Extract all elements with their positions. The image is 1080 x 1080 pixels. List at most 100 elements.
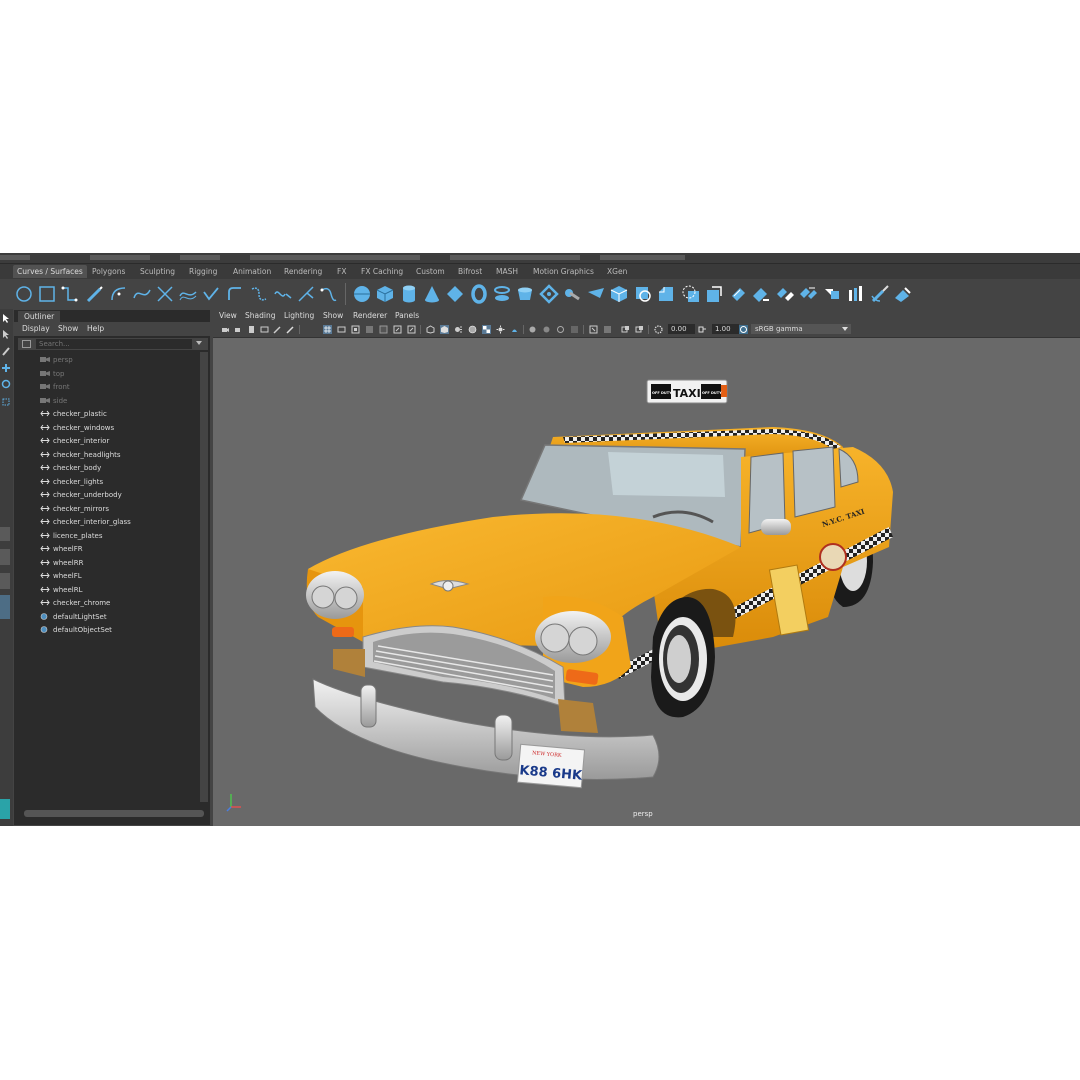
image-plane-icon[interactable] (260, 325, 269, 334)
bezier-curve-icon[interactable] (132, 284, 152, 304)
shelf-tab-mash[interactable]: MASH (492, 265, 522, 278)
open-close-surfaces-icon[interactable] (846, 284, 866, 304)
outliner-item[interactable]: checker_chrome (40, 597, 110, 610)
x-ray-components-icon[interactable] (635, 325, 644, 334)
safe-title-icon[interactable] (407, 325, 416, 334)
shadows-icon[interactable] (510, 325, 519, 334)
nurbs-cube-icon[interactable] (375, 284, 395, 304)
grease-pencil-icon[interactable] (286, 325, 295, 334)
revolve-icon[interactable] (492, 284, 512, 304)
shelf-tab-rigging[interactable]: Rigging (185, 265, 221, 278)
scene-view[interactable]: N.Y.C. TAXI NEW YORK K88 6HK OFF DUTY TA… (213, 337, 1080, 826)
select-tool-icon[interactable] (1, 313, 11, 323)
use-all-lights-icon[interactable] (496, 325, 505, 334)
film-gate-icon[interactable] (337, 325, 346, 334)
curve-offset-icon[interactable] (178, 284, 198, 304)
chevron-down-icon[interactable] (196, 341, 202, 345)
sculpt-tool-icon[interactable] (870, 284, 890, 304)
outliner-item[interactable]: checker_interior (40, 435, 109, 448)
shelf-tab-fx[interactable]: FX (333, 265, 350, 278)
fillet-curve-icon[interactable] (225, 284, 245, 304)
planar-icon[interactable] (539, 284, 559, 304)
outliner-item[interactable]: persp (40, 354, 73, 367)
outliner-item[interactable]: checker_mirrors (40, 503, 109, 516)
surface-editing-icon[interactable] (893, 284, 913, 304)
trim-tool-icon[interactable] (728, 284, 748, 304)
shelf-tab-motion-graphics[interactable]: Motion Graphics (529, 265, 598, 278)
intersect-icon[interactable] (681, 284, 701, 304)
two-d-pan-zoom-icon[interactable] (273, 325, 282, 334)
wireframe-icon[interactable] (426, 325, 435, 334)
textured-icon[interactable] (482, 325, 491, 334)
outliner-item[interactable]: checker_headlights (40, 449, 121, 462)
shelf-tab-polygons[interactable]: Polygons (88, 265, 129, 278)
color-management-select[interactable]: sRGB gamma (751, 324, 851, 334)
wireframe-on-shaded-icon[interactable] (468, 325, 477, 334)
viewport-menu-panels[interactable]: Panels (395, 310, 419, 322)
nurbs-circle-icon[interactable] (14, 284, 34, 304)
default-lighting-icon[interactable] (454, 325, 463, 334)
outliner-item[interactable]: wheelRL (40, 584, 82, 597)
nurbs-cylinder-icon[interactable] (399, 284, 419, 304)
shelf-tab-curves-surfaces[interactable]: Curves / Surfaces (13, 265, 87, 278)
attach-surfaces-icon[interactable] (775, 284, 795, 304)
gamma-icon[interactable] (698, 325, 707, 334)
screen-space-ao-icon[interactable] (528, 325, 537, 334)
field-chart-icon[interactable] (379, 325, 388, 334)
isolate-select-icon[interactable] (589, 325, 598, 334)
depth-of-field-icon[interactable] (570, 325, 579, 334)
loft-icon[interactable] (515, 284, 535, 304)
layout-four-icon[interactable] (0, 549, 10, 565)
rebuild-curve-icon[interactable] (319, 284, 339, 304)
resolution-gate-icon[interactable] (351, 325, 360, 334)
shelf-tab-animation[interactable]: Animation (229, 265, 275, 278)
pencil-curve-icon[interactable] (85, 284, 105, 304)
outliner-tab[interactable]: Outliner (18, 311, 61, 322)
outliner-item[interactable]: top (40, 368, 64, 381)
outliner-menu-show[interactable]: Show (58, 323, 78, 335)
arc-tool-icon[interactable] (109, 284, 129, 304)
anti-aliasing-icon[interactable] (556, 325, 565, 334)
view-transform-icon[interactable] (739, 325, 748, 334)
untrim-icon[interactable] (751, 284, 771, 304)
cv-curve-icon[interactable] (60, 284, 80, 304)
scale-tool-icon[interactable] (1, 397, 11, 407)
outliner-item[interactable]: checker_body (40, 462, 101, 475)
rotate-tool-icon[interactable] (1, 379, 11, 389)
layout-persp-outliner-icon[interactable] (0, 573, 10, 589)
viewport-menu-view[interactable]: View (219, 310, 237, 322)
shelf-tab-bifrost[interactable]: Bifrost (454, 265, 486, 278)
project-curve-icon[interactable] (704, 284, 724, 304)
bookmark-icon[interactable] (247, 325, 256, 334)
bevel-icon[interactable] (656, 284, 676, 304)
extrude-icon[interactable] (562, 284, 582, 304)
viewport-menu-lighting[interactable]: Lighting (284, 310, 314, 322)
search-options-icon[interactable] (22, 340, 31, 348)
nurbs-torus-icon[interactable] (469, 284, 489, 304)
viewport-menu-shading[interactable]: Shading (245, 310, 275, 322)
outliner-item[interactable]: checker_underbody (40, 489, 122, 502)
outliner-item[interactable]: checker_interior_glass (40, 516, 131, 529)
outliner-item[interactable]: front (40, 381, 70, 394)
gamma-field[interactable]: 1.00 (712, 324, 739, 334)
taxi-model[interactable]: N.Y.C. TAXI NEW YORK K88 6HK OFF DUTY TA… (306, 379, 893, 789)
boundary-icon[interactable] (609, 284, 629, 304)
outliner-item[interactable]: wheelFL (40, 570, 82, 583)
layout-custom-icon[interactable] (0, 595, 10, 619)
outliner-item[interactable]: defaultObjectSet (40, 624, 112, 637)
camera-select-icon[interactable] (221, 325, 230, 334)
move-tool-icon[interactable] (1, 363, 11, 373)
lasso-tool-icon[interactable] (1, 329, 11, 339)
outliner-item[interactable]: licence_plates (40, 530, 103, 543)
curve-check-icon[interactable] (201, 284, 221, 304)
camera-attributes-icon[interactable] (234, 325, 243, 334)
outliner-item[interactable]: checker_windows (40, 422, 114, 435)
align-surfaces-icon[interactable] (822, 284, 842, 304)
shelf-tab-fx-caching[interactable]: FX Caching (357, 265, 407, 278)
nurbs-cone-icon[interactable] (422, 284, 442, 304)
detach-curves-icon[interactable] (273, 284, 293, 304)
smooth-shade-icon[interactable] (440, 325, 449, 334)
nurbs-sphere-icon[interactable] (352, 284, 372, 304)
shelf-tab-rendering[interactable]: Rendering (280, 265, 326, 278)
grid-icon[interactable] (323, 325, 332, 334)
